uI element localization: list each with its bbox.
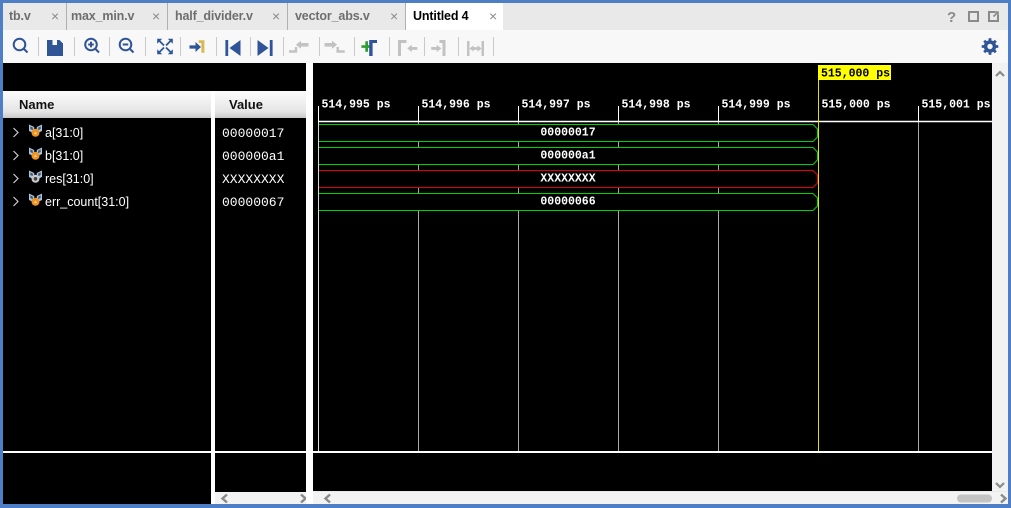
svg-text:000000a1: 000000a1 xyxy=(540,150,595,163)
svg-text:514,996 ps: 514,996 ps xyxy=(422,99,491,112)
svg-text:00000066: 00000066 xyxy=(540,196,595,209)
svg-text:00000017: 00000017 xyxy=(540,127,595,140)
svg-text:XXXXXXXX: XXXXXXXX xyxy=(540,173,595,186)
svg-text:514,997 ps: 514,997 ps xyxy=(522,99,591,112)
svg-text:515,000 ps: 515,000 ps xyxy=(821,68,890,81)
svg-text:514,999 ps: 514,999 ps xyxy=(722,99,791,112)
svg-text:?: ? xyxy=(947,9,956,26)
svg-text:515,000 ps: 515,000 ps xyxy=(822,99,891,112)
svg-text:514,998 ps: 514,998 ps xyxy=(622,99,691,112)
svg-text:514,995 ps: 514,995 ps xyxy=(322,99,391,112)
svg-text:515,001 ps: 515,001 ps xyxy=(922,99,991,112)
